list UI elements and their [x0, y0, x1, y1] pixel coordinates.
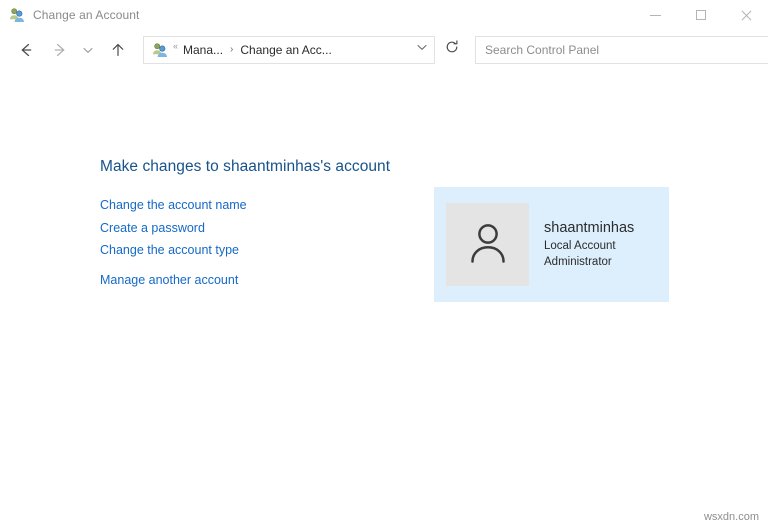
window-controls	[633, 0, 768, 30]
refresh-icon	[444, 39, 460, 60]
link-change-the-account-type[interactable]: Change the account type	[100, 239, 239, 262]
chevron-down-icon	[415, 40, 429, 59]
page-title: Make changes to shaantminhas's account	[100, 158, 390, 176]
recent-locations-button[interactable]	[77, 36, 99, 64]
chevron-down-icon	[81, 43, 95, 57]
account-role: Administrator	[544, 254, 634, 270]
close-icon	[740, 9, 752, 21]
window-title: Change an Account	[33, 8, 139, 22]
user-accounts-icon	[9, 7, 25, 23]
task-link-list: Change the account name Create a passwor…	[100, 194, 247, 291]
breadcrumb-separator: ›	[230, 45, 233, 55]
breadcrumb-item-manage[interactable]: Mana...	[183, 43, 223, 57]
up-arrow-icon	[110, 42, 126, 58]
watermark: wsxdn.com	[704, 511, 759, 523]
navigation-toolbar: « Mana... › Change an Acc...	[0, 30, 768, 69]
back-arrow-icon	[18, 42, 34, 58]
maximize-icon	[696, 10, 706, 20]
minimize-button[interactable]	[633, 0, 678, 30]
address-dropdown-button[interactable]	[410, 37, 434, 63]
link-change-the-account-name[interactable]: Change the account name	[100, 194, 247, 217]
breadcrumb-user-accounts-icon	[152, 42, 168, 58]
maximize-button[interactable]	[678, 0, 723, 30]
title-bar: Change an Account	[0, 0, 768, 30]
address-bar[interactable]: « Mana... › Change an Acc...	[143, 36, 435, 64]
forward-arrow-icon	[52, 42, 68, 58]
back-button[interactable]	[11, 36, 41, 64]
person-avatar-icon	[463, 217, 513, 272]
breadcrumb-lead-separator: «	[173, 42, 178, 51]
minimize-icon	[650, 15, 661, 16]
account-details: shaantminhas Local Account Administrator	[544, 219, 634, 270]
search-input[interactable]	[485, 43, 768, 57]
refresh-button[interactable]	[437, 36, 467, 64]
forward-button[interactable]	[45, 36, 75, 64]
account-type: Local Account	[544, 238, 634, 254]
close-button[interactable]	[723, 0, 768, 30]
up-button[interactable]	[103, 36, 133, 64]
account-summary-card: shaantminhas Local Account Administrator	[434, 187, 669, 302]
breadcrumb-item-change-an-account[interactable]: Change an Acc...	[240, 43, 331, 57]
avatar	[446, 203, 529, 286]
content-area: Make changes to shaantminhas's account C…	[0, 69, 768, 530]
link-create-a-password[interactable]: Create a password	[100, 217, 205, 240]
search-box[interactable]	[475, 36, 768, 64]
link-manage-another-account[interactable]: Manage another account	[100, 269, 238, 292]
account-name: shaantminhas	[544, 219, 634, 238]
